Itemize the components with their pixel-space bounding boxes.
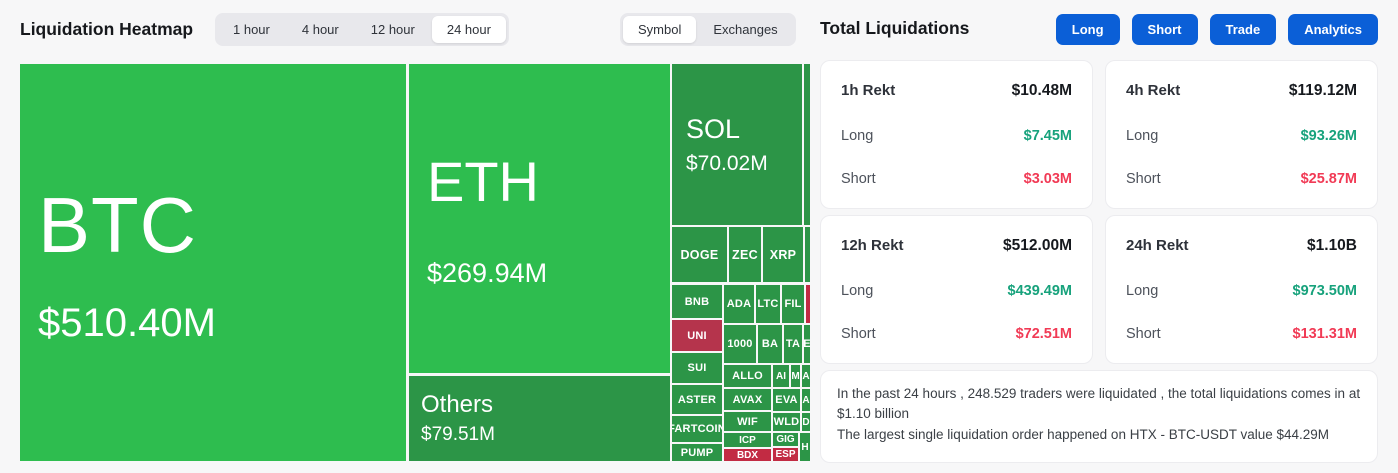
analytics-button[interactable]: Analytics [1288,14,1378,45]
short-label: Short [841,171,876,187]
treemap-cell-1000[interactable]: 1000 [724,325,756,363]
treemap-cell-h[interactable]: H [800,433,810,461]
treemap-cell-sliver-red[interactable] [806,285,810,323]
cell-value: $79.51M [421,424,495,446]
long-value: $439.49M [1008,283,1073,299]
treemap-cell-allo[interactable]: ALLO [724,365,771,387]
page-title: Liquidation Heatmap [20,19,193,40]
long-button[interactable]: Long [1056,14,1120,45]
card-12h-rekt: 12h Rekt $512.00M Long $439.49M Short $7… [820,215,1093,364]
treemap-cell-sliver[interactable] [804,64,810,225]
liquidation-treemap: BTC $510.40M ETH $269.94M Others $79.51M… [20,64,810,461]
cell-value: $70.02M [686,152,768,176]
short-value: $131.31M [1293,326,1358,342]
treemap-cell-eth[interactable]: ETH $269.94M [409,64,670,373]
short-value: $72.51M [1016,326,1072,342]
liquidation-summary-note: In the past 24 hours , 248.529 traders w… [820,370,1378,463]
mode-toggle: Symbol Exchanges [620,13,796,46]
short-label: Short [1126,326,1161,342]
card-4h-rekt: 4h Rekt $119.12M Long $93.26M Short $25.… [1105,60,1378,209]
treemap-cell-a[interactable]: A [802,365,810,387]
treemap-cell-e[interactable]: E [804,325,810,363]
card-total: $10.48M [1012,82,1072,100]
rekt-stat-cards: 1h Rekt $10.48M Long $7.45M Short $3.03M… [820,60,1378,364]
treemap-cell-aster[interactable]: ASTER [672,385,722,414]
treemap-cell-avax[interactable]: AVAX [724,389,771,410]
long-label: Long [1126,128,1158,144]
treemap-cell-xrp[interactable]: XRP [763,227,803,282]
card-1h-rekt: 1h Rekt $10.48M Long $7.45M Short $3.03M [820,60,1093,209]
time-range-selector: 1 hour 4 hour 12 hour 24 hour [215,13,509,46]
treemap-cell-bnb[interactable]: BNB [672,285,722,318]
treemap-cell-pump[interactable]: PUMP [672,444,722,461]
short-button[interactable]: Short [1132,14,1198,45]
long-label: Long [841,283,873,299]
treemap-cell-wif[interactable]: WIF [724,412,771,431]
mode-exchanges[interactable]: Exchanges [698,16,792,43]
time-range-4-hour[interactable]: 4 hour [287,16,354,43]
long-value: $93.26M [1301,128,1357,144]
treemap-cell-zec[interactable]: ZEC [729,227,761,282]
treemap-cell-uni[interactable]: UNI [672,320,722,351]
treemap-cell-wld[interactable]: WLD [773,413,800,431]
treemap-cell-doge[interactable]: DOGE [672,227,727,282]
cell-symbol: BTC [38,180,197,271]
short-label: Short [841,326,876,342]
total-liquidations-title: Total Liquidations [820,18,969,39]
card-total: $1.10B [1307,237,1357,255]
cell-symbol: ETH [427,149,539,214]
card-24h-rekt: 24h Rekt $1.10B Long $973.50M Short $131… [1105,215,1378,364]
treemap-cell-fil[interactable]: FIL [782,285,804,323]
cell-value: $510.40M [38,301,216,346]
treemap-cell-others[interactable]: Others $79.51M [409,376,670,461]
card-total: $512.00M [1003,237,1072,255]
cell-symbol: Others [421,391,493,419]
card-label: 24h Rekt [1126,237,1189,254]
treemap-cell-gig[interactable]: GIG [773,433,798,446]
treemap-cell-sol[interactable]: SOL $70.02M [672,64,802,225]
long-label: Long [1126,283,1158,299]
summary-line-1: In the past 24 hours , 248.529 traders w… [837,384,1361,425]
treemap-cell-eva[interactable]: EVA [773,389,800,411]
card-label: 12h Rekt [841,237,904,254]
short-label: Short [1126,171,1161,187]
treemap-cell-esp[interactable]: ESP [773,448,798,461]
long-value: $973.50M [1293,283,1358,299]
treemap-cell-icp[interactable]: ICP [724,433,771,447]
treemap-cell-bdx[interactable]: BDX [724,449,771,461]
treemap-cell-m[interactable]: M [791,365,800,387]
treemap-cell-ba[interactable]: BA [758,325,782,363]
short-value: $25.87M [1301,171,1357,187]
treemap-cell-sui[interactable]: SUI [672,353,722,383]
time-range-24-hour[interactable]: 24 hour [432,16,506,43]
trade-button[interactable]: Trade [1210,14,1277,45]
short-value: $3.03M [1024,171,1072,187]
treemap-cell-btc[interactable]: BTC $510.40M [20,64,406,461]
card-label: 1h Rekt [841,82,895,99]
cell-value: $269.94M [427,258,547,289]
time-range-12-hour[interactable]: 12 hour [356,16,430,43]
action-buttons: Long Short Trade Analytics [1056,14,1378,45]
long-label: Long [841,128,873,144]
treemap-cell-ltc[interactable]: LTC [756,285,780,323]
summary-line-2: The largest single liquidation order hap… [837,425,1361,445]
card-label: 4h Rekt [1126,82,1180,99]
treemap-cell-d[interactable]: D [802,413,810,431]
treemap-cell-ada[interactable]: ADA [724,285,754,323]
treemap-cell-fartcoin[interactable]: FARTCOIN [672,416,722,442]
treemap-cell-ai[interactable]: AI [773,365,789,387]
cell-symbol: SOL [686,114,740,145]
card-total: $119.12M [1289,82,1357,100]
treemap-cell-ta[interactable]: TA [784,325,802,363]
time-range-1-hour[interactable]: 1 hour [218,16,285,43]
long-value: $7.45M [1024,128,1072,144]
treemap-cell-a2[interactable]: A [802,389,810,411]
mode-symbol[interactable]: Symbol [623,16,696,43]
treemap-cell-sliver[interactable] [805,227,810,282]
